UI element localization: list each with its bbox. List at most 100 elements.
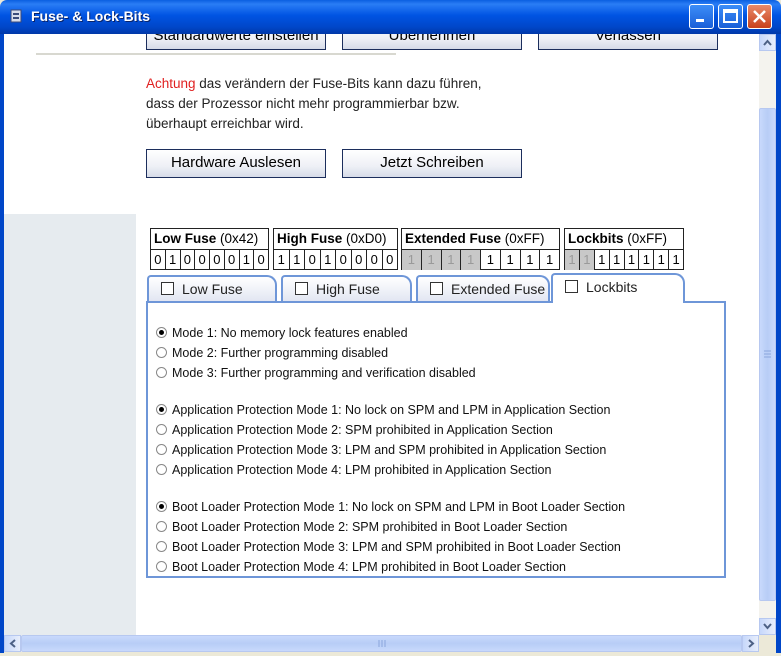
app-icon [10,9,22,23]
radio-label: Boot Loader Protection Mode 2: SPM prohi… [172,520,568,534]
defaults-button[interactable]: Standardwerte einstellen [146,34,326,50]
tab-label: Lockbits [586,279,638,295]
fuse-bit[interactable]: 1 [481,250,501,270]
fuse-bit[interactable]: 0 [225,250,240,270]
radio-button[interactable] [156,444,167,455]
radio-app-protect-4[interactable]: Application Protection Mode 4: LPM prohi… [156,460,551,480]
fuse-bit[interactable]: 1 [461,250,481,270]
scroll-right-button[interactable] [742,635,759,652]
horizontal-scrollbar[interactable] [4,635,759,652]
fuse-bit[interactable]: 1 [402,250,422,270]
fuse-bit[interactable]: 0 [181,250,196,270]
fuse-bit[interactable]: 0 [151,250,166,270]
radio-button[interactable] [156,464,167,475]
tab-checkbox[interactable] [430,282,443,295]
maximize-button[interactable] [718,4,743,29]
radio-button[interactable] [156,327,167,338]
radio-lock-mode-3[interactable]: Mode 3: Further programming and verifica… [156,363,476,383]
fuse-bit[interactable]: 0 [195,250,210,270]
radio-boot-protect-4[interactable]: Boot Loader Protection Mode 4: LPM prohi… [156,557,566,577]
radio-button[interactable] [156,541,167,552]
radio-boot-protect-3[interactable]: Boot Loader Protection Mode 3: LPM and S… [156,537,621,557]
radio-button[interactable] [156,521,167,532]
fuse-bit[interactable]: 0 [210,250,225,270]
tab-extended-fuse[interactable]: Extended Fuse [416,275,550,301]
tab-checkbox[interactable] [565,280,578,293]
fuse-bit[interactable]: 1 [654,250,670,270]
tab-checkbox[interactable] [161,282,174,295]
fuse-bit[interactable]: 1 [521,250,541,270]
title-bar[interactable]: Fuse- & Lock-Bits [0,0,781,34]
radio-lock-mode-2[interactable]: Mode 2: Further programming disabled [156,343,388,363]
fuse-bit[interactable]: 1 [610,250,625,270]
fuse-name: Low Fuse [154,231,217,246]
arrow-right-icon [748,639,755,648]
fuse-bit[interactable]: 1 [501,250,521,270]
fuse-bit[interactable]: 1 [565,250,580,270]
window-frame-right [776,34,781,653]
hardware-read-button[interactable]: Hardware Auslesen [146,149,326,178]
radio-label: Mode 2: Further programming disabled [172,346,389,360]
scroll-left-button[interactable] [4,635,21,652]
high-fuse-box: High Fuse (0xD0) 11010000 [273,228,398,270]
fuse-bit[interactable]: 1 [639,250,655,270]
radio-button[interactable] [156,347,167,358]
vertical-scroll-thumb[interactable] [759,108,776,601]
scroll-down-button[interactable] [759,618,776,635]
fuse-bit[interactable]: 1 [540,250,559,270]
tab-lockbits[interactable]: Lockbits [551,273,685,303]
fuse-bit[interactable]: 1 [625,250,640,270]
fuse-bit[interactable]: 1 [290,250,305,270]
fuse-bit[interactable]: 1 [441,250,462,270]
warning-line3: überhaupt erreichbar wird. [146,116,304,131]
tab-low-fuse[interactable]: Low Fuse [147,275,277,301]
tab-label: Extended Fuse [451,281,546,297]
vertical-scrollbar[interactable] [759,34,776,635]
write-now-button[interactable]: Jetzt Schreiben [342,149,522,178]
fuse-bit[interactable]: 1 [421,250,442,270]
fuse-bit[interactable]: 1 [240,250,255,270]
fuse-bit[interactable]: 0 [336,250,352,270]
apply-button[interactable]: Übernehmen [342,34,522,50]
radio-app-protect-2[interactable]: Application Protection Mode 2: SPM prohi… [156,420,553,440]
exit-button[interactable]: Verlassen [538,34,718,50]
horizontal-scroll-thumb[interactable] [21,635,742,652]
fuse-bit[interactable]: 1 [321,250,336,270]
minimize-button[interactable] [689,4,714,29]
fuse-bit[interactable]: 0 [367,250,383,270]
fuse-name: Extended Fuse [405,231,502,246]
fuse-hex: (0xFF) [504,231,545,246]
fuse-bits: 11111111 [565,250,683,270]
close-button[interactable] [747,4,772,29]
left-gray-strip [4,214,136,635]
radio-boot-protect-1[interactable]: Boot Loader Protection Mode 1: No lock o… [156,497,625,517]
fuse-bit[interactable]: 1 [166,250,181,270]
tab-high-fuse[interactable]: High Fuse [281,275,412,301]
arrow-down-icon [763,623,772,630]
fuse-bit[interactable]: 1 [669,250,683,270]
lockbits-panel: Mode 1: No memory lock features enabled … [146,301,726,578]
fuse-bit[interactable]: 1 [274,250,290,270]
fuse-bit[interactable]: 1 [579,250,595,270]
radio-button[interactable] [156,424,167,435]
radio-button[interactable] [156,367,167,378]
fuse-bit[interactable]: 1 [595,250,610,270]
radio-app-protect-1[interactable]: Application Protection Mode 1: No lock o… [156,400,610,420]
fuse-bit[interactable]: 0 [383,250,398,270]
radio-label: Boot Loader Protection Mode 1: No lock o… [172,500,626,514]
radio-lock-mode-1[interactable]: Mode 1: No memory lock features enabled [156,323,408,343]
fuse-bit[interactable]: 0 [352,250,367,270]
arrow-left-icon [9,639,16,648]
tab-checkbox[interactable] [295,282,308,295]
fuse-bit[interactable]: 0 [254,250,268,270]
radio-button[interactable] [156,561,167,572]
fuse-title: Low Fuse (0x42) [151,229,268,250]
radio-button[interactable] [156,404,167,415]
scroll-up-button[interactable] [759,34,776,51]
radio-boot-protect-2[interactable]: Boot Loader Protection Mode 2: SPM prohi… [156,517,567,537]
radio-app-protect-3[interactable]: Application Protection Mode 3: LPM and S… [156,440,606,460]
fuse-hex: (0xFF) [627,231,668,246]
fuse-bit[interactable]: 0 [305,250,321,270]
window-title: Fuse- & Lock-Bits [31,8,151,24]
radio-button[interactable] [156,501,167,512]
